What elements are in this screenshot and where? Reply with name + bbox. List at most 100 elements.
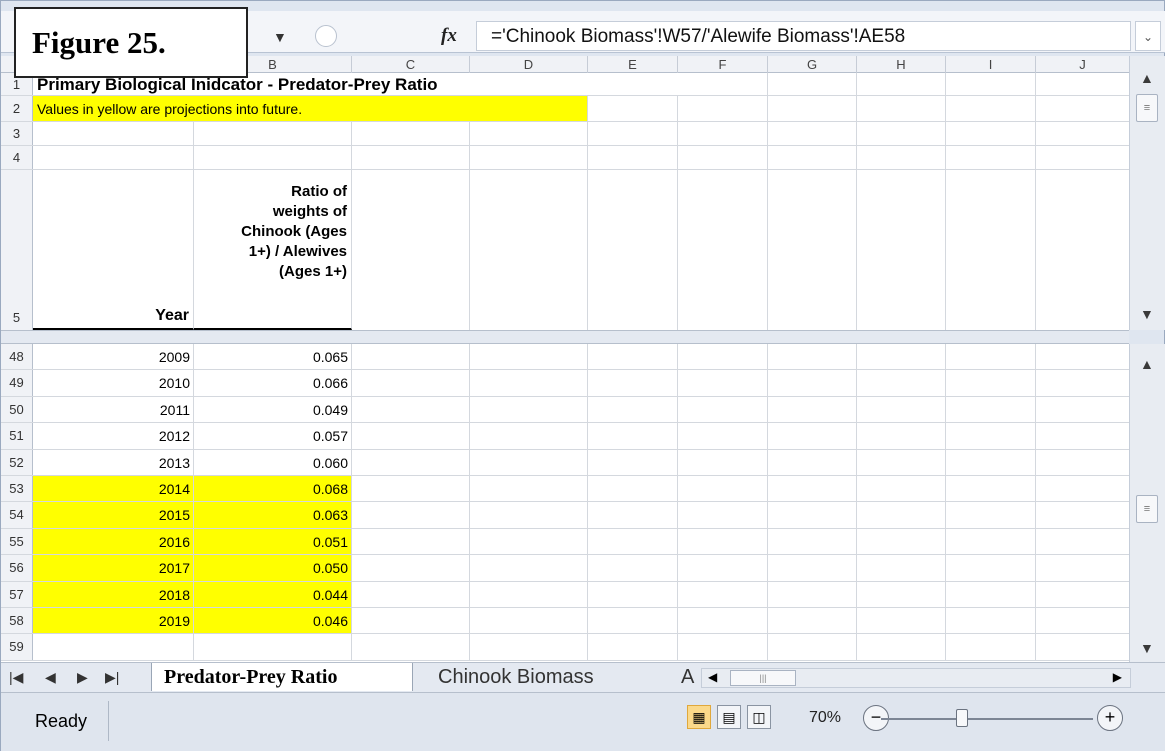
empty-cell[interactable]: [857, 528, 946, 555]
year-cell[interactable]: 2011: [33, 396, 194, 423]
empty-cell[interactable]: [678, 608, 768, 634]
empty-cell[interactable]: [768, 170, 857, 330]
column-header-g[interactable]: G: [768, 56, 857, 73]
year-cell[interactable]: [33, 634, 194, 660]
column-header-d[interactable]: D: [470, 56, 588, 73]
row-number[interactable]: 3: [1, 122, 33, 145]
column-header-i[interactable]: I: [946, 56, 1036, 73]
column-header-h[interactable]: H: [857, 56, 946, 73]
row-number[interactable]: 54: [1, 502, 33, 528]
empty-cell[interactable]: [946, 96, 1036, 121]
empty-cell[interactable]: [588, 396, 678, 423]
empty-cell[interactable]: [678, 528, 768, 555]
zoom-slider-track[interactable]: [881, 718, 1093, 720]
empty-cell[interactable]: [678, 634, 768, 660]
empty-cell[interactable]: [470, 608, 588, 634]
year-cell[interactable]: 2012: [33, 423, 194, 449]
empty-cell[interactable]: [588, 122, 678, 145]
empty-cell[interactable]: [857, 423, 946, 449]
empty-cell[interactable]: [470, 122, 588, 145]
empty-cell[interactable]: [857, 396, 946, 423]
scroll-right-icon[interactable]: ▶: [1113, 670, 1122, 684]
empty-cell[interactable]: [857, 344, 946, 370]
empty-cell[interactable]: [946, 423, 1036, 449]
year-cell[interactable]: 2016: [33, 528, 194, 555]
empty-cell[interactable]: [352, 370, 470, 396]
empty-cell[interactable]: [470, 581, 588, 607]
scroll-thumb[interactable]: ≡: [1136, 495, 1158, 523]
year-cell[interactable]: 2018: [33, 581, 194, 607]
page-layout-view-icon[interactable]: ▤: [717, 705, 741, 729]
ratio-cell[interactable]: 0.063: [194, 502, 352, 528]
formula-input[interactable]: ='Chinook Biomass'!W57/'Alewife Biomass'…: [476, 21, 1131, 51]
ratio-cell[interactable]: 0.066: [194, 370, 352, 396]
column-header-c[interactable]: C: [352, 56, 470, 73]
row-number[interactable]: 48: [1, 344, 33, 370]
horizontal-scrollbar[interactable]: ◀ ||| ▶: [701, 668, 1131, 688]
ratio-cell[interactable]: 0.065: [194, 344, 352, 370]
empty-cell[interactable]: [768, 344, 857, 370]
empty-cell[interactable]: [857, 555, 946, 581]
empty-cell[interactable]: [678, 344, 768, 370]
empty-cell[interactable]: [588, 96, 678, 121]
empty-cell[interactable]: [470, 449, 588, 475]
expand-formula-bar-icon[interactable]: ⌄: [1135, 21, 1161, 51]
empty-cell[interactable]: [946, 122, 1036, 145]
ratio-cell[interactable]: 0.046: [194, 608, 352, 634]
empty-cell[interactable]: [352, 344, 470, 370]
empty-cell[interactable]: [946, 344, 1036, 370]
empty-cell[interactable]: [768, 476, 857, 502]
empty-cell[interactable]: [946, 581, 1036, 607]
empty-cell[interactable]: [194, 122, 352, 145]
empty-cell[interactable]: [588, 555, 678, 581]
empty-cell[interactable]: [352, 608, 470, 634]
name-box-dropdown-icon[interactable]: ▼: [273, 29, 287, 45]
empty-cell[interactable]: [768, 608, 857, 634]
row-number[interactable]: 53: [1, 476, 33, 502]
empty-cell[interactable]: [588, 146, 678, 169]
column-header-f[interactable]: F: [678, 56, 768, 73]
empty-cell[interactable]: [946, 476, 1036, 502]
empty-cell[interactable]: [678, 423, 768, 449]
empty-cell[interactable]: [352, 502, 470, 528]
empty-cell[interactable]: [768, 423, 857, 449]
row-number[interactable]: 55: [1, 528, 33, 555]
bottom-vertical-scrollbar[interactable]: ▲ ≡ ▼: [1129, 344, 1165, 662]
empty-cell[interactable]: [857, 581, 946, 607]
empty-cell[interactable]: [588, 344, 678, 370]
empty-cell[interactable]: [470, 396, 588, 423]
empty-cell[interactable]: [352, 528, 470, 555]
empty-cell[interactable]: [678, 581, 768, 607]
empty-cell[interactable]: [946, 449, 1036, 475]
empty-cell[interactable]: [470, 502, 588, 528]
empty-cell[interactable]: [946, 370, 1036, 396]
empty-cell[interactable]: [768, 396, 857, 423]
zoom-level[interactable]: 70%: [809, 709, 841, 727]
empty-cell[interactable]: [857, 608, 946, 634]
ratio-cell[interactable]: [194, 634, 352, 660]
tab-truncated[interactable]: A: [669, 663, 694, 691]
empty-cell[interactable]: [857, 146, 946, 169]
empty-cell[interactable]: [857, 96, 946, 121]
empty-cell[interactable]: [352, 170, 470, 330]
empty-cell[interactable]: [946, 634, 1036, 660]
empty-cell[interactable]: [588, 476, 678, 502]
ratio-cell[interactable]: 0.068: [194, 476, 352, 502]
empty-cell[interactable]: [588, 608, 678, 634]
empty-cell[interactable]: [946, 73, 1036, 95]
empty-cell[interactable]: [857, 634, 946, 660]
first-sheet-icon[interactable]: |◀: [9, 669, 23, 686]
next-sheet-icon[interactable]: ▶: [77, 669, 88, 686]
column-header-j[interactable]: J: [1036, 56, 1129, 73]
empty-cell[interactable]: [768, 146, 857, 169]
scroll-down-icon[interactable]: ▼: [1140, 306, 1154, 322]
empty-cell[interactable]: [857, 449, 946, 475]
year-cell[interactable]: 2019: [33, 608, 194, 634]
empty-cell[interactable]: [470, 370, 588, 396]
empty-cell[interactable]: [768, 555, 857, 581]
column-header-e[interactable]: E: [588, 56, 678, 73]
year-cell[interactable]: 2009: [33, 344, 194, 370]
empty-cell[interactable]: [768, 122, 857, 145]
horizontal-scroll-thumb[interactable]: |||: [730, 670, 796, 686]
empty-cell[interactable]: [470, 476, 588, 502]
